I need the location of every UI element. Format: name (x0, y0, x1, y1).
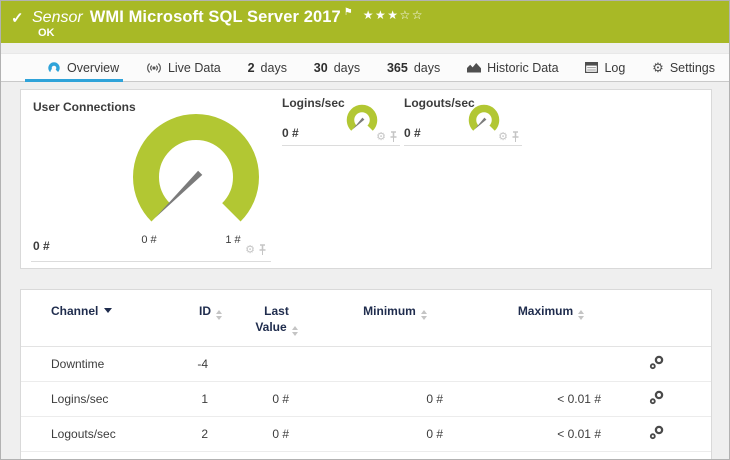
logouts-gauge-widget: Logouts/sec 0 # ⚙ (404, 96, 522, 146)
tab-2-days[interactable]: 2 days (248, 61, 287, 75)
widget-corner-icons: ⚙ (245, 244, 267, 256)
gear-icon[interactable]: ⚙ (376, 131, 386, 143)
channel-minimum: 0 # (319, 416, 471, 452)
channel-maximum: 0 # (471, 451, 631, 459)
gauge-title: Logins/sec (282, 96, 345, 110)
channel-maximum: < 0.01 # (471, 416, 631, 452)
table-row-logins: Logins/sec 1 0 # 0 # < 0.01 # (21, 381, 711, 417)
gauge-scale-max: 1 # (225, 234, 241, 246)
tab-label: Live Data (167, 60, 221, 75)
column-header-channel[interactable]: Channel (21, 302, 186, 347)
sort-icon (291, 325, 298, 336)
table-header-row: Channel ID Last Value Minimum Maximum (21, 302, 711, 347)
channel-minimum (319, 346, 471, 382)
area-chart-icon (467, 62, 482, 73)
tab-number: 365 (386, 60, 408, 75)
gauge-current-value: 0 # (404, 126, 421, 140)
channel-settings-icon[interactable] (649, 390, 665, 405)
sensor-title-line: Sensor WMI Microsoft SQL Server 2017 ⚑ ★★★☆… (32, 7, 424, 27)
tab-label: days (333, 60, 361, 75)
channel-settings-icon[interactable] (649, 355, 665, 370)
gauge-title: User Connections (33, 100, 136, 114)
channel-maximum: < 0.01 # (471, 381, 631, 417)
sensor-status-header: ✓ Sensor WMI Microsoft SQL Server 2017 ⚑ ★★… (1, 1, 729, 43)
logouts-gauge (468, 104, 500, 131)
sort-icon (420, 310, 427, 320)
tab-overview[interactable]: Overview (47, 61, 119, 75)
logins-gauge-widget: Logins/sec 0 # ⚙ (282, 96, 400, 146)
pin-icon[interactable] (389, 131, 398, 143)
table-row-logouts: Logouts/sec 2 0 # 0 # < 0.01 # (21, 416, 711, 452)
tab-label: Historic Data (487, 60, 559, 75)
tab-number: 30 (313, 60, 328, 75)
channel-minimum: 0 # (319, 451, 471, 459)
column-header-maximum[interactable]: Maximum (471, 302, 631, 347)
table-row-user-connections: User Connections 0 0 # 0 # 0 # (21, 451, 711, 459)
status-badge: OK (38, 27, 55, 39)
channel-id: 2 (186, 416, 234, 452)
tab-30-days[interactable]: 30 days (314, 61, 360, 75)
overview-gauges-panel: User Connections 0 # 1 # 0 # ⚙ Logins/se (20, 89, 712, 269)
sort-icon (216, 310, 222, 320)
channel-settings-icon[interactable] (649, 425, 665, 440)
tab-log[interactable]: Log (585, 61, 625, 75)
gauge-scale-min: 0 # (141, 234, 157, 246)
channel-name: Logouts/sec (21, 416, 186, 452)
gauge-icon (47, 61, 61, 74)
broadcast-icon (146, 62, 162, 74)
tab-label: days (413, 60, 441, 75)
user-connections-gauge-widget: User Connections 0 # 1 # 0 # ⚙ (31, 96, 271, 262)
gauge-current-value: 0 # (33, 239, 50, 253)
channel-last-value: 0 # (234, 381, 319, 417)
flag-marker-icon[interactable]: ⚑ (344, 7, 353, 18)
user-connections-gauge (133, 114, 259, 222)
channel-last-value: 0 # (234, 451, 319, 459)
channel-maximum (471, 346, 631, 382)
gauge-current-value: 0 # (282, 126, 299, 140)
channel-id: -4 (186, 346, 234, 382)
tab-settings[interactable]: ⚙ Settings (652, 61, 715, 75)
channel-name: User Connections (21, 451, 186, 459)
active-tab-indicator (25, 79, 123, 82)
log-icon (585, 62, 599, 73)
gear-icon[interactable]: ⚙ (498, 131, 508, 143)
channel-last-value: 0 # (234, 416, 319, 452)
channel-id: 1 (186, 381, 234, 417)
gear-icon[interactable]: ⚙ (245, 244, 255, 256)
column-header-id[interactable]: ID (186, 302, 234, 347)
tab-label: Overview (67, 60, 120, 75)
table-row-downtime: Downtime -4 (21, 346, 711, 382)
page-title: WMI Microsoft SQL Server 2017 (89, 8, 341, 26)
widget-corner-icons: ⚙ (498, 131, 520, 143)
channel-minimum: 0 # (319, 381, 471, 417)
pin-icon[interactable] (511, 131, 520, 143)
channel-name: Logins/sec (21, 381, 186, 417)
tab-label: days (260, 60, 287, 75)
widget-corner-icons: ⚙ (376, 131, 398, 143)
tab-historic-data[interactable]: Historic Data (467, 61, 559, 75)
channel-id: 0 (186, 451, 234, 459)
channel-last-value (234, 346, 319, 382)
channel-name: Downtime (21, 346, 186, 382)
sort-desc-icon (104, 308, 113, 313)
sort-icon (578, 310, 585, 320)
column-header-minimum[interactable]: Minimum (319, 302, 471, 347)
logins-gauge (346, 104, 378, 131)
tab-number: 2 (247, 60, 255, 75)
gear-icon: ⚙ (652, 60, 664, 75)
tab-bar: Overview Live Data 2 days 30 days 365 da… (1, 53, 729, 82)
column-header-last-value[interactable]: Last Value (234, 302, 319, 347)
channels-table-panel: Channel ID Last Value Minimum Maximum Do… (20, 289, 712, 459)
ok-check-icon: ✓ (11, 10, 24, 27)
priority-stars[interactable]: ★★★☆☆ (363, 8, 424, 22)
tab-live-data[interactable]: Live Data (146, 61, 221, 75)
tab-label: Log (604, 60, 626, 75)
pin-icon[interactable] (258, 244, 267, 256)
channels-table: Channel ID Last Value Minimum Maximum Do… (21, 302, 711, 459)
column-header-actions (631, 302, 711, 347)
tab-365-days[interactable]: 365 days (387, 61, 440, 75)
tab-label: Settings (669, 60, 715, 75)
prtg-sensor-page: ✓ Sensor WMI Microsoft SQL Server 2017 ⚑ ★★… (0, 0, 730, 460)
object-kind-label: Sensor (32, 9, 83, 26)
